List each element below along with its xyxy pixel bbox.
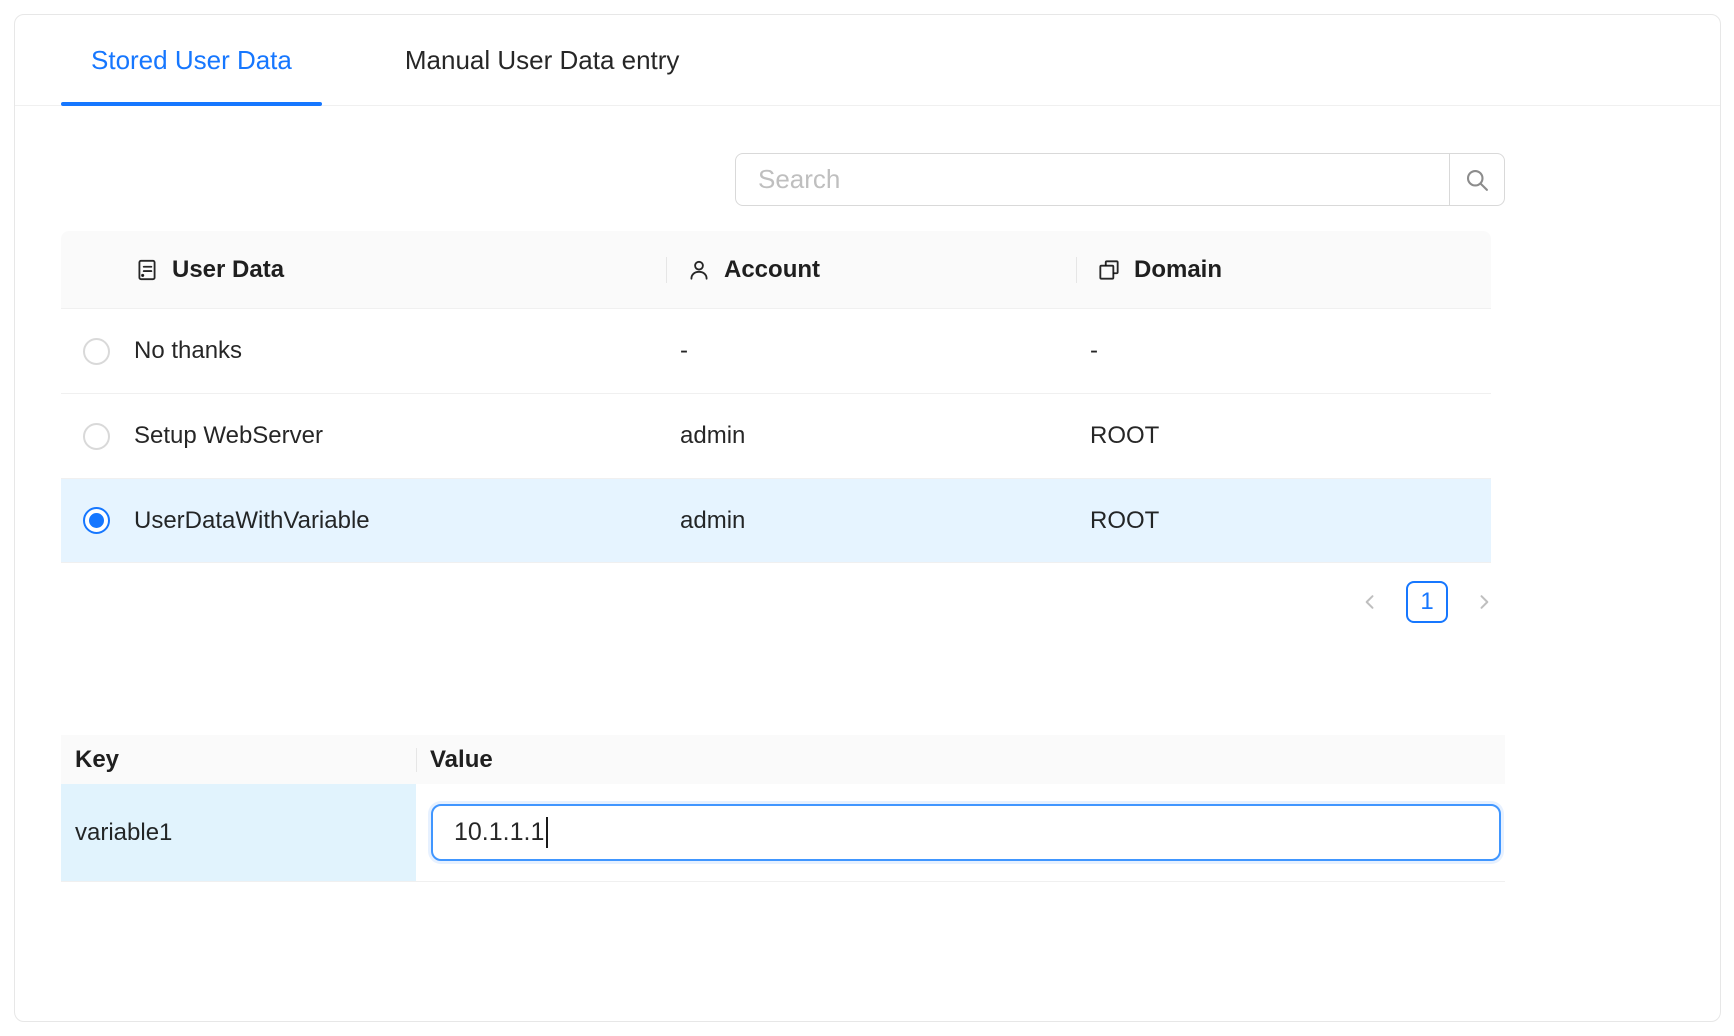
table-row-selected[interactable]: UserDataWithVariable admin ROOT [61, 478, 1491, 563]
tab-stored-user-data-label: Stored User Data [91, 45, 292, 76]
domain-cell: - [1076, 337, 1491, 365]
user-icon [686, 257, 712, 283]
search-group [735, 153, 1505, 206]
domain-column-label: Domain [1134, 256, 1222, 284]
search-row [61, 153, 1505, 206]
account-cell: - [666, 337, 1076, 365]
stored-user-data-table: User Data Account [61, 231, 1491, 563]
account-cell: admin [666, 507, 1076, 535]
tab-bar: Stored User Data Manual User Data entry [15, 15, 1720, 106]
domain-cell: ROOT [1076, 507, 1491, 535]
account-column-label: Account [724, 256, 820, 284]
search-input[interactable] [735, 153, 1450, 206]
tab-manual-user-data-entry-label: Manual User Data entry [405, 45, 680, 76]
domain-cell: ROOT [1076, 422, 1491, 450]
pagination: 1 [61, 581, 1505, 623]
account-column-header: Account [666, 231, 1076, 308]
pagination-next-button[interactable] [1463, 581, 1505, 623]
pagination-page-1[interactable]: 1 [1406, 581, 1448, 623]
domain-column-header: Domain [1076, 231, 1491, 308]
radio-userdatawithvariable[interactable] [83, 507, 110, 534]
tab-manual-user-data-entry[interactable]: Manual User Data entry [375, 15, 710, 105]
text-caret [546, 817, 548, 848]
user-data-column-header: User Data [132, 231, 666, 308]
search-button[interactable] [1449, 153, 1505, 206]
chevron-right-icon [1474, 592, 1494, 612]
kv-header-row: Key Value [61, 735, 1505, 784]
table-row[interactable]: No thanks - - [61, 308, 1491, 393]
key-column-header: Key [61, 735, 416, 784]
radio-no-thanks[interactable] [83, 338, 110, 365]
form-document-icon [134, 257, 160, 283]
cluster-icon [1096, 257, 1122, 283]
table-header-row: User Data Account [61, 231, 1491, 308]
value-column-header: Value [416, 735, 1505, 784]
kv-row: variable1 10.1.1.1 [61, 784, 1505, 882]
tab-stored-user-data[interactable]: Stored User Data [61, 15, 322, 105]
user-data-column-label: User Data [172, 256, 284, 284]
radio-setup-webserver[interactable] [83, 423, 110, 450]
value-input[interactable]: 10.1.1.1 [431, 804, 1501, 861]
user-data-panel: Stored User Data Manual User Data entry [14, 14, 1721, 1022]
magnifier-icon [1463, 166, 1491, 194]
value-input-text: 10.1.1.1 [454, 818, 544, 847]
account-cell: admin [666, 422, 1076, 450]
table-row[interactable]: Setup WebServer admin ROOT [61, 393, 1491, 478]
key-value-table: Key Value variable1 10.1.1.1 [61, 735, 1505, 882]
chevron-left-icon [1360, 592, 1380, 612]
user-data-cell: Setup WebServer [132, 422, 666, 450]
user-data-cell: No thanks [132, 337, 666, 365]
pagination-prev-button[interactable] [1349, 581, 1391, 623]
user-data-cell: UserDataWithVariable [132, 507, 666, 535]
variable-value-cell: 10.1.1.1 [416, 784, 1505, 881]
variable-key-cell: variable1 [61, 784, 416, 881]
